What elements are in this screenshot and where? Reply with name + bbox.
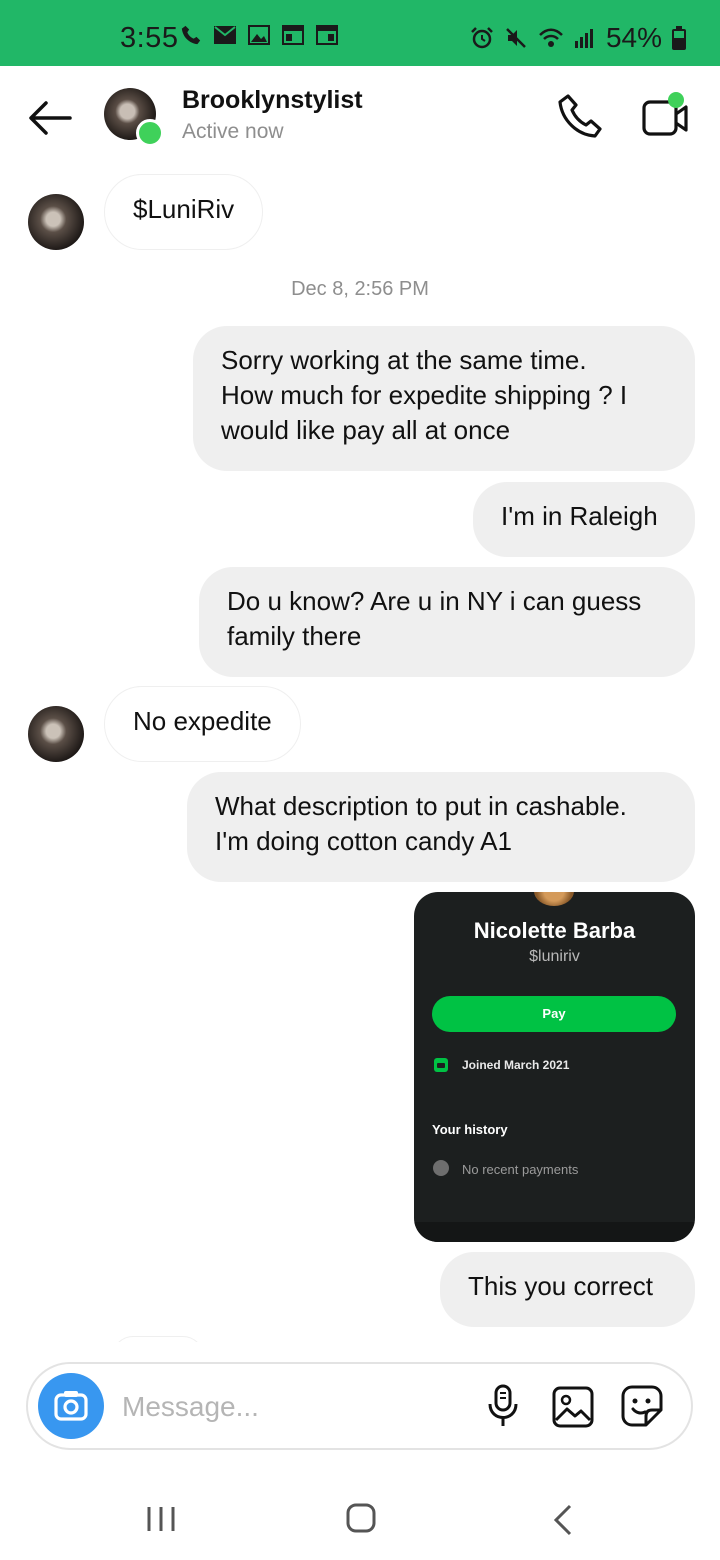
- payee-handle: $luniriv: [529, 948, 580, 965]
- online-indicator: [136, 119, 164, 147]
- message-line: I'm doing cotton candy A1: [215, 826, 512, 856]
- message-text: I'm in Raleigh: [501, 501, 658, 531]
- sender-avatar[interactable]: [28, 706, 84, 762]
- next-message-fragment: [112, 1336, 204, 1342]
- message-text: This you correct: [468, 1271, 653, 1301]
- status-bar: 3:55 54%: [0, 0, 720, 66]
- phone-icon: [181, 25, 201, 45]
- status-notification-icons: [180, 24, 338, 46]
- battery-icon: [672, 26, 686, 50]
- outgoing-message[interactable]: Sorry working at the same time. How much…: [193, 326, 695, 471]
- system-navigation-bar: [0, 1470, 720, 1560]
- clock-icon: [433, 1160, 449, 1176]
- phone-call-icon[interactable]: [556, 92, 604, 140]
- contact-status: Active now: [182, 120, 284, 143]
- message-timestamp: Dec 8, 2:56 PM: [291, 278, 429, 300]
- wifi-icon: [539, 28, 563, 47]
- message-line: Do u know? Are u in NY i can guess: [227, 586, 642, 616]
- history-empty: No recent payments: [462, 1162, 579, 1177]
- joined-date: Joined March 2021: [462, 1058, 570, 1072]
- calendar-icon: [434, 1058, 448, 1072]
- message-text: $LuniRiv: [133, 194, 235, 224]
- message-input[interactable]: [120, 1384, 454, 1430]
- recent-apps-icon[interactable]: [146, 1506, 176, 1532]
- sticker-icon[interactable]: [620, 1384, 664, 1428]
- nav-back-icon[interactable]: [552, 1504, 574, 1536]
- message-line: Sorry working at the same time.: [221, 345, 587, 375]
- history-title: Your history: [432, 1122, 508, 1137]
- card-footer: [414, 1222, 695, 1242]
- home-icon[interactable]: [346, 1503, 376, 1533]
- message-line: How much for expedite shipping ? I: [221, 380, 628, 410]
- message-line: would like pay all at once: [221, 415, 511, 445]
- microphone-icon[interactable]: [486, 1384, 520, 1428]
- gallery-icon[interactable]: [552, 1386, 594, 1428]
- camera-icon: [54, 1391, 88, 1421]
- video-active-dot: [668, 92, 684, 108]
- battery-percent: 54%: [605, 22, 662, 53]
- alarm-icon: [471, 27, 493, 49]
- chat-header: Brooklynstylist Active now: [0, 66, 720, 172]
- signal-icon: [574, 29, 593, 48]
- incoming-message[interactable]: No expedite: [104, 686, 301, 762]
- status-time: 3:55: [120, 22, 179, 54]
- shared-screenshot[interactable]: Nicolette Barba $luniriv Pay Joined Marc…: [414, 892, 695, 1242]
- camera-button[interactable]: [38, 1373, 104, 1439]
- message-line: family there: [227, 621, 362, 651]
- profile-photo: [534, 892, 574, 906]
- message-thread[interactable]: $LuniRiv Dec 8, 2:56 PM Sorry working at…: [0, 172, 720, 1342]
- image-icon: [248, 25, 270, 45]
- incoming-message[interactable]: $LuniRiv: [104, 174, 264, 250]
- payee-name: Nicolette Barba: [473, 918, 636, 943]
- message-text: No expedite: [133, 706, 272, 736]
- outgoing-message[interactable]: Do u know? Are u in NY i can guess famil…: [199, 567, 695, 677]
- calendar-icon: [282, 25, 304, 45]
- calendar-icon: [316, 25, 338, 45]
- message-composer: [26, 1362, 693, 1450]
- pay-button: Pay: [432, 996, 676, 1032]
- mail-icon: [214, 26, 236, 44]
- back-arrow-icon[interactable]: [26, 98, 72, 138]
- contact-name[interactable]: Brooklynstylist: [182, 86, 363, 115]
- status-system-icons: 54%: [470, 22, 686, 54]
- outgoing-message[interactable]: I'm in Raleigh: [473, 482, 695, 557]
- outgoing-message[interactable]: This you correct: [440, 1252, 695, 1327]
- outgoing-message[interactable]: What description to put in cashable. I'm…: [187, 772, 695, 882]
- sender-avatar[interactable]: [28, 194, 84, 250]
- message-line: What description to put in cashable.: [215, 791, 627, 821]
- mute-icon: [506, 28, 526, 48]
